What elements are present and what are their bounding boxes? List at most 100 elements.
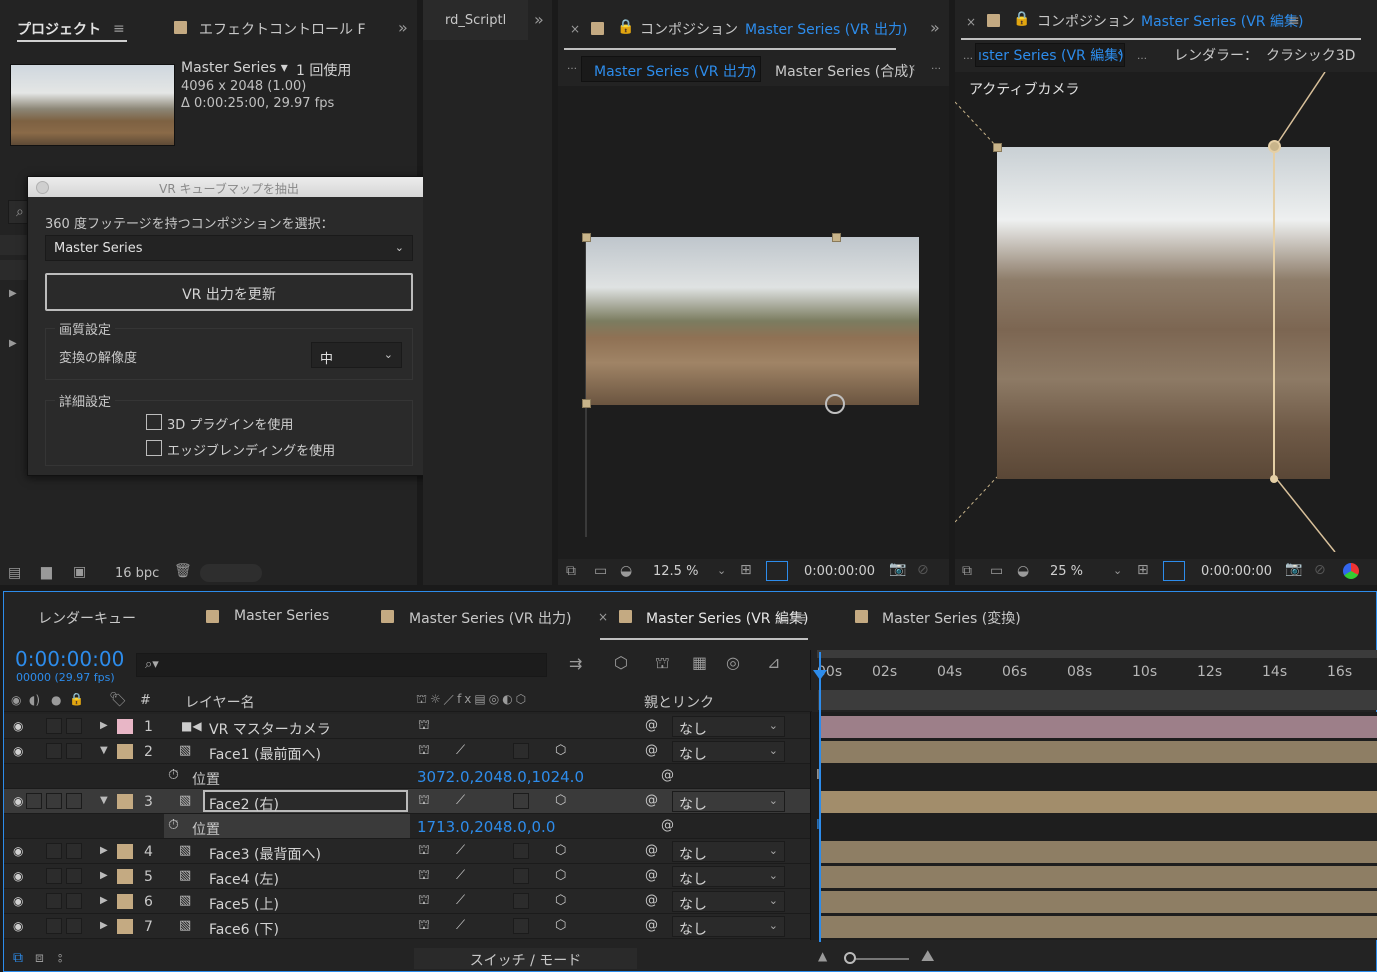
in-out-toggle-icon[interactable]: ⦂: [58, 951, 62, 965]
more-icon[interactable]: …: [931, 62, 941, 72]
current-time[interactable]: 0:00:00:00: [15, 647, 124, 671]
pickwhip-icon[interactable]: @: [645, 893, 658, 908]
panel-menu-icon[interactable]: ≡: [795, 611, 807, 625]
3d-layer-icon[interactable]: ⬡: [555, 743, 566, 758]
monitor-icon[interactable]: ▭: [594, 564, 607, 578]
layer-row[interactable]: ◉ ▶ 6 ▧ Face5 (上) ⛫ ⟋ ⬡ @ なし ⌄: [4, 889, 812, 914]
zoom-slider-knob[interactable]: [844, 952, 856, 964]
layer-bar[interactable]: [820, 891, 1377, 913]
layer-bar[interactable]: [820, 741, 1377, 763]
footage-name[interactable]: Master Series ▾: [181, 60, 288, 76]
camera-snapshot-icon[interactable]: 📷: [889, 562, 906, 576]
layer-row[interactable]: ◉ ▶ 4 ▧ Face3 (最背面へ) ⛫ ⟋ ⬡ @ なし ⌄: [4, 839, 812, 864]
layer-name[interactable]: Face3 (最背面へ): [209, 844, 321, 864]
layer-name[interactable]: Face4 (左): [209, 869, 279, 889]
close-icon[interactable]: ×: [570, 23, 580, 35]
label-color[interactable]: [117, 794, 133, 809]
chevron-left-icon[interactable]: ‹: [1117, 46, 1123, 60]
timecode[interactable]: 0:00:00:00: [1201, 564, 1272, 579]
always-preview-icon[interactable]: ⧉: [962, 564, 972, 578]
more-icon[interactable]: …: [567, 62, 577, 72]
layer-handle[interactable]: [1270, 475, 1278, 483]
layer-search-input[interactable]: ⌕▾: [136, 653, 547, 677]
tab-comp-label[interactable]: コンポジション: [640, 19, 738, 39]
frame-blending-icon[interactable]: ▦: [692, 655, 707, 671]
mask-visibility-icon[interactable]: [1163, 561, 1185, 581]
expand-arrow-icon[interactable]: ▶: [9, 339, 17, 349]
comp-select[interactable]: Master Series ⌄: [45, 235, 413, 261]
draft-3d-icon[interactable]: ⬡: [614, 655, 628, 671]
sub-tab-vr-edit[interactable]: ıster Series (VR 編集): [978, 45, 1124, 65]
resolution-select[interactable]: 中 ⌄: [311, 342, 402, 368]
label-color[interactable]: [117, 919, 133, 934]
transfer-controls-icon[interactable]: ⧈: [35, 951, 44, 965]
interpret-footage-icon[interactable]: ▤: [8, 566, 21, 580]
layer-bar[interactable]: [820, 716, 1377, 738]
pickwhip-icon[interactable]: @: [661, 768, 674, 783]
stopwatch-icon[interactable]: ⏱: [168, 817, 179, 833]
label-color[interactable]: [117, 894, 133, 909]
use-3d-plugin-checkbox[interactable]: [146, 414, 162, 430]
chevron-down-icon[interactable]: ⌄: [1113, 565, 1122, 576]
tab-effect-controls[interactable]: エフェクトコントロール F: [199, 19, 365, 39]
eye-icon[interactable]: ◉: [11, 694, 21, 706]
layer-name[interactable]: Face2 (右): [209, 794, 279, 814]
zoom-out-icon[interactable]: ▲: [818, 950, 827, 962]
panel-overflow-icon[interactable]: »: [398, 20, 408, 36]
zoom-slider[interactable]: [849, 958, 909, 960]
chevron-down-icon[interactable]: ⌄: [717, 565, 726, 576]
collapse-arrow-icon[interactable]: ▼: [100, 745, 108, 756]
shy-switch-icon[interactable]: ⛫: [418, 743, 430, 760]
layer-row[interactable]: ◉ ▶ 7 ▧ Face6 (下) ⛫ ⟋ ⬡ @ なし ⌄: [4, 914, 812, 939]
position-value[interactable]: 3072.0,2048.0,1024.0: [417, 768, 584, 786]
expand-arrow-icon[interactable]: ▶: [100, 720, 108, 731]
layer-name[interactable]: Face1 (最前面へ): [209, 744, 321, 764]
layer-row[interactable]: ◉ ▶ 5 ▧ Face4 (左) ⛫ ⟋ ⬡ @ なし ⌄: [4, 864, 812, 889]
shy-switch-icon[interactable]: ⛫: [418, 918, 430, 935]
new-folder-icon[interactable]: ▆: [41, 565, 52, 579]
expand-arrow-icon[interactable]: ▶: [100, 845, 108, 856]
always-preview-icon[interactable]: ⧉: [566, 564, 576, 578]
zoom-in-icon[interactable]: ⛰: [921, 948, 934, 964]
tab-vr-output[interactable]: Master Series (VR 出力): [409, 608, 571, 628]
expand-arrow-icon[interactable]: ▶: [100, 920, 108, 931]
panel-overflow-icon[interactable]: »: [930, 20, 940, 36]
tab-script[interactable]: rd_Scriptl: [445, 13, 506, 28]
tab-convert[interactable]: Master Series (変換): [882, 608, 1021, 628]
panel-overflow-icon[interactable]: »: [534, 12, 544, 28]
eye-icon[interactable]: ◉: [13, 919, 23, 933]
eye-icon[interactable]: ◉: [13, 794, 23, 808]
quality-switch-icon[interactable]: ⟋: [456, 918, 465, 933]
parent-select[interactable]: なし ⌄: [672, 891, 785, 913]
more-icon[interactable]: …: [963, 52, 973, 62]
3d-layer-icon[interactable]: ⬡: [555, 793, 566, 808]
new-comp-icon[interactable]: ▣: [73, 565, 86, 579]
pickwhip-icon[interactable]: @: [661, 818, 674, 833]
pickwhip-icon[interactable]: @: [645, 743, 658, 758]
pickwhip-icon[interactable]: @: [645, 843, 658, 858]
tab-master-series[interactable]: Master Series: [234, 608, 329, 624]
shy-switch-icon[interactable]: ⛫: [418, 893, 430, 910]
parent-select[interactable]: なし ⌄: [672, 841, 785, 863]
search-icon[interactable]: ⌕: [16, 205, 24, 219]
close-icon[interactable]: ×: [966, 16, 976, 28]
layer-bar[interactable]: [820, 841, 1377, 863]
sub-tab-composite[interactable]: Master Series (合成): [775, 61, 914, 81]
layer-bar[interactable]: [820, 866, 1377, 888]
camera-snapshot-icon[interactable]: 📷: [1285, 562, 1302, 576]
3d-layer-icon[interactable]: ⬡: [555, 868, 566, 883]
eye-icon[interactable]: ◉: [13, 719, 23, 733]
shy-switch-icon[interactable]: ⛫: [418, 868, 430, 885]
color-channels-icon[interactable]: [1343, 563, 1359, 579]
3d-layer-icon[interactable]: ⬡: [555, 918, 566, 933]
vr-goggles-icon[interactable]: ◒: [620, 564, 632, 578]
layer-handle[interactable]: [1268, 140, 1281, 153]
layer-row[interactable]: ◉ ▼ 2 ▧ Face1 (最前面へ) ⛫ ⟋ ⬡ @ なし ⌄: [4, 739, 812, 764]
layer-handle[interactable]: [993, 143, 1002, 152]
expand-arrow-icon[interactable]: ▶: [9, 289, 17, 299]
expand-arrow-icon[interactable]: ▶: [100, 870, 108, 881]
layer-name[interactable]: VR マスターカメラ: [209, 719, 331, 739]
show-snapshot-icon[interactable]: ⊘: [1314, 563, 1326, 577]
motion-blur-icon[interactable]: ◎: [726, 655, 740, 671]
column-parent-link[interactable]: 親とリンク: [644, 692, 714, 712]
